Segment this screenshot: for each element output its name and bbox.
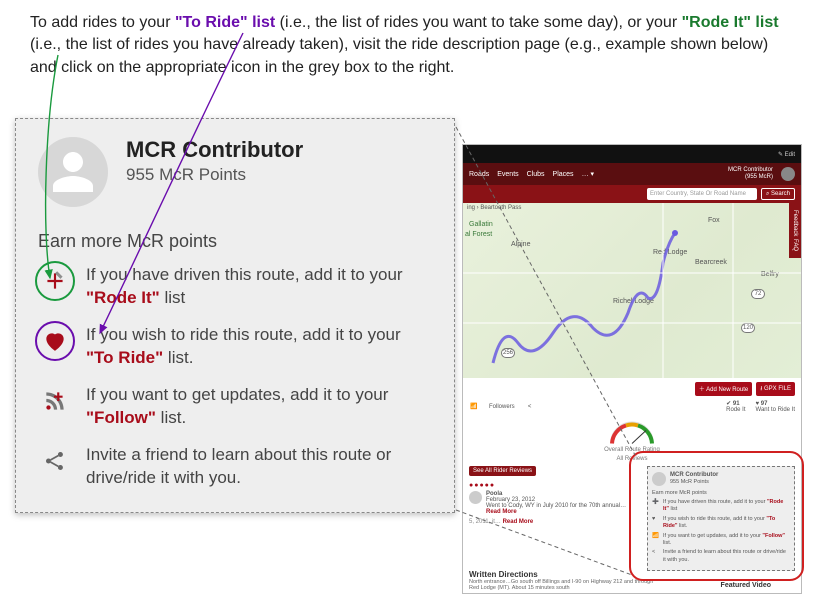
search-button[interactable]: ⌕ Search xyxy=(761,188,795,200)
rode-it-text: If you have driven this route, add it to… xyxy=(86,264,432,310)
callout-box: MCR Contributor 955 McR Points Earn more… xyxy=(15,118,455,513)
add-route-button[interactable]: ＋ Add New Route xyxy=(695,382,752,396)
intro-fragment: To add rides to your xyxy=(30,14,175,31)
follow-icon-wrap[interactable] xyxy=(38,384,72,418)
edit-link[interactable]: ✎ Edit xyxy=(778,151,795,158)
rode-it-label: "Rode It" list xyxy=(682,14,779,31)
gpx-button[interactable]: ⭳ GPX FILE xyxy=(756,382,795,396)
nav-more[interactable]: … ▾ xyxy=(582,170,594,178)
follow-text: If you want to get updates, add it to yo… xyxy=(86,384,432,430)
review-stars: ●●●●● xyxy=(469,482,641,489)
mini-action-row: 📶Followers < ✔ 91Rode It ♥ 97Want to Rid… xyxy=(469,400,795,413)
nav-roads[interactable]: Roads xyxy=(469,171,489,178)
nav-avatar[interactable] xyxy=(781,167,795,181)
share-icon[interactable]: < xyxy=(525,402,535,412)
callout-header-text: MCR Contributor 955 McR Points xyxy=(126,137,303,185)
rode-it-row: If you have driven this route, add it to… xyxy=(38,264,432,310)
green-circle-annotation xyxy=(35,261,75,301)
read-more-link[interactable]: Read More xyxy=(503,519,534,525)
mini-nav: Roads Events Clubs Places … ▾ MCR Contri… xyxy=(463,163,801,185)
contributor-name: MCR Contributor xyxy=(126,137,303,163)
intro-text: To add rides to your "To Ride" list (i.e… xyxy=(30,12,790,79)
rode-it-icon-wrap[interactable] xyxy=(38,264,72,298)
mini-searchbar: Enter Country, State Or Road Name ⌕ Sear… xyxy=(463,185,801,203)
intro-fragment: (i.e., the list of rides you have alread… xyxy=(30,36,768,75)
rating-gauge: Overall Route Rating xyxy=(469,419,795,453)
share-icon xyxy=(42,448,68,474)
nav-clubs[interactable]: Clubs xyxy=(527,171,545,178)
faq-tab[interactable]: FAQ xyxy=(792,239,798,251)
read-more-link[interactable]: Read More xyxy=(486,509,517,515)
to-ride-row: If you wish to ride this route, add it t… xyxy=(38,324,432,370)
mini-button-row: ＋ Add New Route ⭳ GPX FILE xyxy=(469,382,795,396)
review-item: Poola February 23, 2012 Went to Cody, WY… xyxy=(469,491,641,515)
invite-icon-wrap[interactable] xyxy=(38,444,72,478)
nav-user[interactable]: MCR Contributor(955 McR) xyxy=(728,167,773,180)
search-input[interactable]: Enter Country, State Or Road Name xyxy=(647,188,757,200)
invite-text: Invite a friend to learn about this rout… xyxy=(86,444,432,490)
gauge-icon xyxy=(607,419,657,445)
to-ride-text: If you wish to ride this route, add it t… xyxy=(86,324,432,370)
nav-places[interactable]: Places xyxy=(553,171,574,178)
review-avatar xyxy=(469,491,482,504)
red-highlight-annotation xyxy=(629,451,804,581)
earn-heading: Earn more McR points xyxy=(38,231,432,252)
follow-row: If you want to get updates, add it to yo… xyxy=(38,384,432,430)
person-icon xyxy=(49,148,97,196)
followers-label: Followers xyxy=(489,404,515,410)
intro-fragment: (i.e., the list of rides you want to tak… xyxy=(280,14,682,31)
route-line xyxy=(463,203,801,378)
purple-circle-annotation xyxy=(35,321,75,361)
side-tabs[interactable]: Feedback FAQ xyxy=(789,203,801,258)
reviews-left: See All Rider Reviews ●●●●● Poola Februa… xyxy=(469,466,641,571)
mini-map[interactable]: ing › Beartooth Pass Gallatin al Forest … xyxy=(463,203,801,378)
featured-video-label: Featured Video xyxy=(721,582,771,589)
to-ride-label: "To Ride" list xyxy=(175,14,275,31)
to-ride-icon-wrap[interactable] xyxy=(38,324,72,358)
rss-plus-icon xyxy=(42,388,68,414)
see-all-reviews-button[interactable]: See All Rider Reviews xyxy=(469,466,536,476)
rss-icon[interactable]: 📶 xyxy=(469,402,479,412)
feedback-tab[interactable]: Feedback xyxy=(792,210,798,236)
mini-topbar: ✎ Edit xyxy=(463,145,801,163)
callout-header: MCR Contributor 955 McR Points xyxy=(38,137,432,207)
nav-events[interactable]: Events xyxy=(497,171,518,178)
avatar xyxy=(38,137,108,207)
invite-row: Invite a friend to learn about this rout… xyxy=(38,444,432,490)
contributor-points: 955 McR Points xyxy=(126,165,303,185)
